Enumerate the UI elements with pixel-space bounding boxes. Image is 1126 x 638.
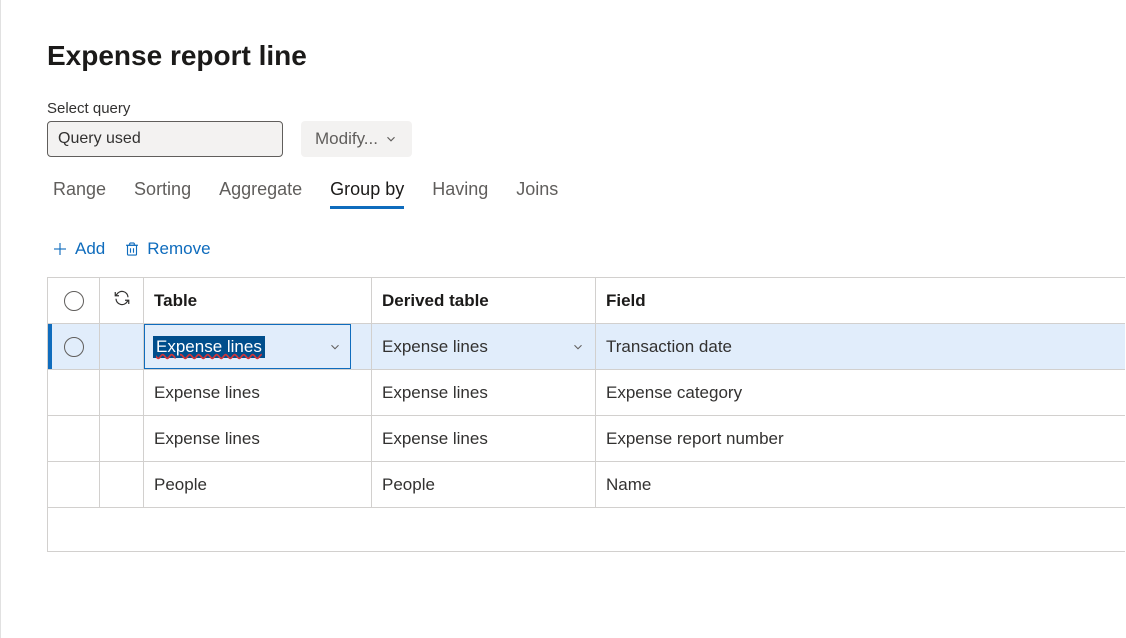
- row-gutter: [100, 324, 144, 369]
- remove-button-label: Remove: [147, 239, 210, 259]
- cell-table[interactable]: Expense lines: [144, 324, 372, 369]
- select-query-dropdown[interactable]: Query used: [47, 121, 283, 157]
- radio-icon: [64, 291, 84, 311]
- add-button-label: Add: [75, 239, 105, 259]
- cell-field[interactable]: Name: [596, 462, 1125, 507]
- grid-empty-space: [47, 508, 1125, 552]
- cell-table[interactable]: People: [144, 462, 372, 507]
- header-derived-table[interactable]: Derived table: [372, 278, 596, 323]
- row-selector[interactable]: [48, 324, 100, 369]
- table-row[interactable]: Expense linesExpense linesExpense catego…: [48, 370, 1125, 416]
- cell-derived-table[interactable]: Expense lines: [372, 370, 596, 415]
- derived-dropdown-value: Expense lines: [382, 337, 488, 357]
- chevron-down-icon: [384, 132, 398, 146]
- row-selector[interactable]: [48, 416, 100, 461]
- header-select-all[interactable]: [48, 278, 100, 323]
- cell-table[interactable]: Expense lines: [144, 416, 372, 461]
- cell-field[interactable]: Transaction date: [596, 324, 1125, 369]
- modify-button-label: Modify...: [315, 129, 378, 149]
- cell-derived-table[interactable]: Expense lines: [372, 324, 596, 369]
- tab-group-by[interactable]: Group by: [330, 179, 404, 209]
- tab-having[interactable]: Having: [432, 179, 488, 209]
- plus-icon: [51, 240, 69, 258]
- table-row[interactable]: Expense linesExpense linesExpense report…: [48, 416, 1125, 462]
- header-table[interactable]: Table: [144, 278, 372, 323]
- table-dropdown-value: Expense lines: [153, 336, 265, 358]
- select-query-label: Select query: [47, 100, 1126, 117]
- select-query-value: Query used: [58, 130, 141, 148]
- cell-field[interactable]: Expense category: [596, 370, 1125, 415]
- page-title: Expense report line: [47, 40, 1126, 72]
- modify-button[interactable]: Modify...: [301, 121, 412, 157]
- table-dropdown-editing[interactable]: Expense lines: [144, 324, 351, 369]
- cell-field[interactable]: Expense report number: [596, 416, 1125, 461]
- trash-icon: [123, 240, 141, 258]
- refresh-icon: [113, 289, 131, 312]
- tab-aggregate[interactable]: Aggregate: [219, 179, 302, 209]
- row-selector[interactable]: [48, 462, 100, 507]
- derived-dropdown[interactable]: Expense lines: [382, 337, 585, 357]
- row-gutter: [100, 416, 144, 461]
- tab-sorting[interactable]: Sorting: [134, 179, 191, 209]
- grid-header-row: Table Derived table Field: [48, 278, 1125, 324]
- header-refresh[interactable]: [100, 278, 144, 323]
- remove-button[interactable]: Remove: [123, 239, 210, 259]
- header-field[interactable]: Field: [596, 278, 1125, 323]
- table-row[interactable]: PeoplePeopleName: [48, 462, 1125, 508]
- group-by-grid: Table Derived table Field Expense linesE…: [47, 277, 1125, 508]
- radio-icon: [64, 337, 84, 357]
- cell-table[interactable]: Expense lines: [144, 370, 372, 415]
- add-button[interactable]: Add: [51, 239, 105, 259]
- table-row[interactable]: Expense lines Expense lines Transaction da…: [48, 324, 1125, 370]
- cell-derived-table[interactable]: Expense lines: [372, 416, 596, 461]
- row-gutter: [100, 370, 144, 415]
- tab-joins[interactable]: Joins: [516, 179, 558, 209]
- row-selector[interactable]: [48, 370, 100, 415]
- row-gutter: [100, 462, 144, 507]
- tab-range[interactable]: Range: [53, 179, 106, 209]
- cell-derived-table[interactable]: People: [372, 462, 596, 507]
